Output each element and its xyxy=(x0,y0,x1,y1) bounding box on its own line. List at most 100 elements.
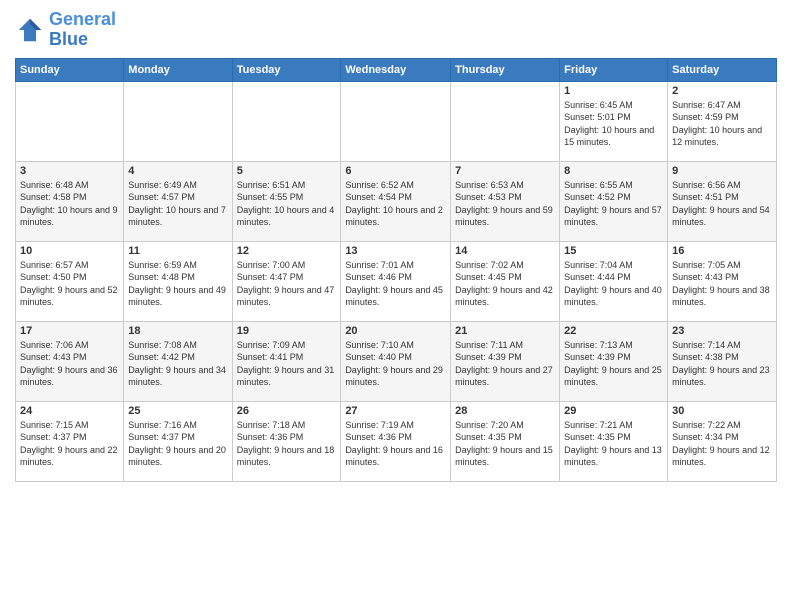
day-info: Sunrise: 7:09 AM Sunset: 4:41 PM Dayligh… xyxy=(237,339,337,389)
day-number: 4 xyxy=(128,165,227,177)
day-info: Sunrise: 6:45 AM Sunset: 5:01 PM Dayligh… xyxy=(564,99,663,149)
calendar-cell: 27Sunrise: 7:19 AM Sunset: 4:36 PM Dayli… xyxy=(341,401,451,481)
logo-icon xyxy=(15,15,45,45)
calendar-cell: 6 Sunrise: 6:52 AM Sunset: 4:54 PM Daylig… xyxy=(341,161,451,241)
day-info: Sunrise: 7:22 AM Sunset: 4:34 PM Dayligh… xyxy=(672,419,772,469)
day-info: Sunrise: 7:20 AM Sunset: 4:35 PM Dayligh… xyxy=(455,419,555,469)
calendar-day-header: Sunday xyxy=(16,58,124,81)
day-info: Sunrise: 7:06 AM Sunset: 4:43 PM Dayligh… xyxy=(20,339,119,389)
calendar-cell xyxy=(16,81,124,161)
calendar-cell: 4 Sunrise: 6:49 AM Sunset: 4:57 PM Daylig… xyxy=(124,161,232,241)
calendar-cell: 28 Sunrise: 7:20 AM Sunset: 4:35 PM Dayli… xyxy=(451,401,560,481)
day-info: Sunrise: 7:00 AM Sunset: 4:47 PM Dayligh… xyxy=(237,259,337,309)
day-number: 17 xyxy=(20,325,119,337)
day-number: 2 xyxy=(672,85,772,97)
day-number: 20 xyxy=(345,325,446,337)
calendar-week-row: 17 Sunrise: 7:06 AM Sunset: 4:43 PM Dayli… xyxy=(16,321,777,401)
day-number: 15 xyxy=(564,245,663,257)
calendar-cell: 16Sunrise: 7:05 AM Sunset: 4:43 PM Dayli… xyxy=(668,241,777,321)
calendar-cell xyxy=(124,81,232,161)
day-number: 14 xyxy=(455,245,555,257)
calendar-cell: 30 Sunrise: 7:22 AM Sunset: 4:34 PM Dayli… xyxy=(668,401,777,481)
calendar-cell: 18 Sunrise: 7:08 AM Sunset: 4:42 PM Dayli… xyxy=(124,321,232,401)
day-info: Sunrise: 6:52 AM Sunset: 4:54 PM Dayligh… xyxy=(345,179,446,229)
day-number: 18 xyxy=(128,325,227,337)
logo: General Blue xyxy=(15,10,116,50)
calendar-cell xyxy=(232,81,341,161)
calendar-day-header: Monday xyxy=(124,58,232,81)
day-info: Sunrise: 6:57 AM Sunset: 4:50 PM Dayligh… xyxy=(20,259,119,309)
day-info: Sunrise: 7:11 AM Sunset: 4:39 PM Dayligh… xyxy=(455,339,555,389)
calendar-day-header: Saturday xyxy=(668,58,777,81)
calendar-cell: 24Sunrise: 7:15 AM Sunset: 4:37 PM Dayli… xyxy=(16,401,124,481)
day-info: Sunrise: 7:08 AM Sunset: 4:42 PM Dayligh… xyxy=(128,339,227,389)
calendar-cell xyxy=(341,81,451,161)
day-number: 21 xyxy=(455,325,555,337)
calendar-cell: 10Sunrise: 6:57 AM Sunset: 4:50 PM Dayli… xyxy=(16,241,124,321)
day-info: Sunrise: 7:21 AM Sunset: 4:35 PM Dayligh… xyxy=(564,419,663,469)
calendar-cell: 29 Sunrise: 7:21 AM Sunset: 4:35 PM Dayli… xyxy=(560,401,668,481)
calendar-cell: 22 Sunrise: 7:13 AM Sunset: 4:39 PM Dayli… xyxy=(560,321,668,401)
day-number: 13 xyxy=(345,245,446,257)
calendar-week-row: 3 Sunrise: 6:48 AM Sunset: 4:58 PM Daylig… xyxy=(16,161,777,241)
day-number: 28 xyxy=(455,405,555,417)
day-number: 26 xyxy=(237,405,337,417)
day-info: Sunrise: 7:16 AM Sunset: 4:37 PM Dayligh… xyxy=(128,419,227,469)
day-number: 19 xyxy=(237,325,337,337)
day-number: 22 xyxy=(564,325,663,337)
calendar-cell: 17 Sunrise: 7:06 AM Sunset: 4:43 PM Dayli… xyxy=(16,321,124,401)
day-number: 30 xyxy=(672,405,772,417)
calendar-cell: 9Sunrise: 6:56 AM Sunset: 4:51 PM Daylig… xyxy=(668,161,777,241)
day-number: 27 xyxy=(345,405,446,417)
calendar-cell: 14 Sunrise: 7:02 AM Sunset: 4:45 PM Dayli… xyxy=(451,241,560,321)
calendar-cell: 23 Sunrise: 7:14 AM Sunset: 4:38 PM Dayli… xyxy=(668,321,777,401)
day-number: 5 xyxy=(237,165,337,177)
day-info: Sunrise: 7:05 AM Sunset: 4:43 PM Dayligh… xyxy=(672,259,772,309)
day-info: Sunrise: 7:01 AM Sunset: 4:46 PM Dayligh… xyxy=(345,259,446,309)
day-info: Sunrise: 7:02 AM Sunset: 4:45 PM Dayligh… xyxy=(455,259,555,309)
day-info: Sunrise: 6:49 AM Sunset: 4:57 PM Dayligh… xyxy=(128,179,227,229)
calendar-day-header: Tuesday xyxy=(232,58,341,81)
day-info: Sunrise: 6:53 AM Sunset: 4:53 PM Dayligh… xyxy=(455,179,555,229)
calendar-cell: 13 Sunrise: 7:01 AM Sunset: 4:46 PM Dayli… xyxy=(341,241,451,321)
day-info: Sunrise: 6:47 AM Sunset: 4:59 PM Dayligh… xyxy=(672,99,772,149)
logo-text: General Blue xyxy=(49,10,116,50)
day-info: Sunrise: 6:51 AM Sunset: 4:55 PM Dayligh… xyxy=(237,179,337,229)
day-number: 23 xyxy=(672,325,772,337)
day-info: Sunrise: 6:55 AM Sunset: 4:52 PM Dayligh… xyxy=(564,179,663,229)
day-number: 25 xyxy=(128,405,227,417)
page: General Blue SundayMondayTuesdayWednesda… xyxy=(0,0,792,612)
day-info: Sunrise: 7:18 AM Sunset: 4:36 PM Dayligh… xyxy=(237,419,337,469)
day-number: 12 xyxy=(237,245,337,257)
calendar-day-header: Wednesday xyxy=(341,58,451,81)
calendar-cell: 1 Sunrise: 6:45 AM Sunset: 5:01 PM Daylig… xyxy=(560,81,668,161)
calendar-cell: 2 Sunrise: 6:47 AM Sunset: 4:59 PM Daylig… xyxy=(668,81,777,161)
day-number: 7 xyxy=(455,165,555,177)
day-info: Sunrise: 7:10 AM Sunset: 4:40 PM Dayligh… xyxy=(345,339,446,389)
calendar-day-header: Thursday xyxy=(451,58,560,81)
day-number: 6 xyxy=(345,165,446,177)
day-number: 8 xyxy=(564,165,663,177)
calendar-week-row: 1 Sunrise: 6:45 AM Sunset: 5:01 PM Daylig… xyxy=(16,81,777,161)
day-number: 24 xyxy=(20,405,119,417)
calendar-cell: 20 Sunrise: 7:10 AM Sunset: 4:40 PM Dayli… xyxy=(341,321,451,401)
day-number: 3 xyxy=(20,165,119,177)
calendar-cell: 26 Sunrise: 7:18 AM Sunset: 4:36 PM Dayli… xyxy=(232,401,341,481)
day-number: 29 xyxy=(564,405,663,417)
calendar-cell: 3 Sunrise: 6:48 AM Sunset: 4:58 PM Daylig… xyxy=(16,161,124,241)
calendar-day-header: Friday xyxy=(560,58,668,81)
day-info: Sunrise: 7:14 AM Sunset: 4:38 PM Dayligh… xyxy=(672,339,772,389)
calendar-week-row: 10Sunrise: 6:57 AM Sunset: 4:50 PM Dayli… xyxy=(16,241,777,321)
day-info: Sunrise: 6:48 AM Sunset: 4:58 PM Dayligh… xyxy=(20,179,119,229)
calendar-cell: 5 Sunrise: 6:51 AM Sunset: 4:55 PM Daylig… xyxy=(232,161,341,241)
calendar-week-row: 24Sunrise: 7:15 AM Sunset: 4:37 PM Dayli… xyxy=(16,401,777,481)
day-info: Sunrise: 7:04 AM Sunset: 4:44 PM Dayligh… xyxy=(564,259,663,309)
calendar-cell: 12 Sunrise: 7:00 AM Sunset: 4:47 PM Dayli… xyxy=(232,241,341,321)
calendar-cell: 25 Sunrise: 7:16 AM Sunset: 4:37 PM Dayli… xyxy=(124,401,232,481)
calendar-cell: 19 Sunrise: 7:09 AM Sunset: 4:41 PM Dayli… xyxy=(232,321,341,401)
day-info: Sunrise: 7:13 AM Sunset: 4:39 PM Dayligh… xyxy=(564,339,663,389)
calendar-cell: 8 Sunrise: 6:55 AM Sunset: 4:52 PM Daylig… xyxy=(560,161,668,241)
day-number: 1 xyxy=(564,85,663,97)
calendar-cell xyxy=(451,81,560,161)
calendar-table: SundayMondayTuesdayWednesdayThursdayFrid… xyxy=(15,58,777,482)
